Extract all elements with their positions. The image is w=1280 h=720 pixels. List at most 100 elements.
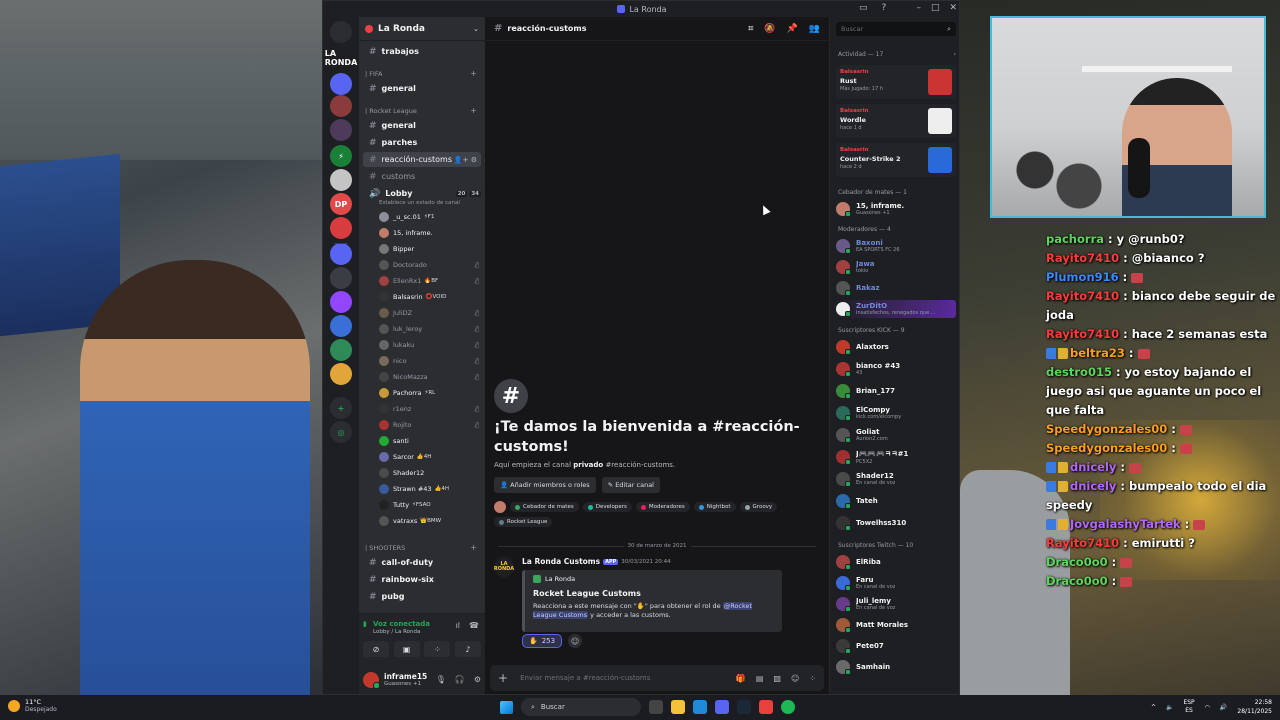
edit-channel-button[interactable]: ✎ Editar canal (601, 477, 660, 493)
channel-settings-icon[interactable]: 👤+ ⚙ (454, 156, 477, 164)
language-indicator[interactable]: ESP ES (1183, 699, 1194, 715)
file-explorer-icon[interactable] (671, 700, 685, 714)
voice-location[interactable]: Lobby / La Ronda (373, 629, 420, 635)
channel-parches[interactable]: # parches (363, 135, 481, 150)
chat-username[interactable]: Draco0o0 (1046, 555, 1108, 569)
chat-username[interactable]: JovgalashyTartek (1070, 517, 1181, 531)
search-input[interactable]: Buscar ⌕ (836, 22, 956, 36)
member-row[interactable]: Samhain (836, 658, 956, 676)
member-row[interactable]: Juli_lemy En canal de voz (836, 595, 956, 613)
member-row[interactable]: Rakaz (836, 279, 956, 297)
voice-user[interactable]: lukaku 🎙̸ (379, 338, 479, 352)
apps-icon[interactable]: ⁘ (809, 674, 816, 683)
voice-user[interactable]: Tutty ⚡FSAO (379, 498, 479, 512)
voice-user[interactable]: santi (379, 434, 479, 448)
role-chip[interactable]: Nightbot (693, 502, 736, 512)
add-channel-icon[interactable]: + (470, 106, 477, 115)
member-row[interactable]: Baxoni EA SPORTS FC 26 (836, 237, 956, 255)
server-icon[interactable] (330, 73, 352, 95)
edge-icon[interactable] (693, 700, 707, 714)
gift-icon[interactable]: 🎁 (736, 674, 746, 683)
channel-pubg[interactable]: # pubg (363, 589, 481, 604)
channel-customs[interactable]: # customs (363, 169, 481, 184)
screen-share-button[interactable]: ▣ (393, 641, 420, 657)
server-icon[interactable] (330, 169, 352, 191)
member-row[interactable]: Shader12 En canal de voz (836, 470, 956, 488)
server-icon[interactable]: LA RONDA (325, 47, 357, 69)
close-icon[interactable]: ✕ (949, 3, 957, 13)
member-row[interactable]: ElRiba (836, 553, 956, 571)
wifi-icon[interactable]: ◠ (1205, 704, 1210, 711)
media-app-icon[interactable] (759, 700, 773, 714)
voice-channel-lobby[interactable]: 🔊 Lobby 20 34 (363, 186, 481, 201)
chat-username[interactable]: beltra23 (1070, 346, 1125, 360)
noise-suppression-icon[interactable]: ıl (456, 621, 460, 630)
voice-user[interactable]: JuliDZ 🎙̸ (379, 306, 479, 320)
category-rocket-league[interactable]: | Rocket League + (365, 106, 477, 115)
voice-user[interactable]: _u_sc.01 ⚡F1 (379, 210, 479, 224)
voice-user[interactable]: EllenRx1 🔥BF 🎙̸ (379, 274, 479, 288)
message-avatar[interactable]: LA RONDA (494, 557, 514, 577)
channel-trabajos[interactable]: # trabajos (363, 44, 481, 59)
voice-user[interactable]: NicoMazza 🎙̸ (379, 370, 479, 384)
chevron-right-icon[interactable]: › (954, 51, 956, 58)
server-icon[interactable] (330, 315, 352, 337)
server-icon[interactable] (330, 243, 352, 265)
task-view-icon[interactable] (649, 700, 663, 714)
chat-username[interactable]: Speedygonzales00 (1046, 422, 1167, 436)
gear-icon[interactable]: ⚙ (474, 675, 481, 684)
member-row[interactable]: Brian_177 (836, 382, 956, 400)
voice-user[interactable]: nico 🎙̸ (379, 354, 479, 368)
message-input[interactable] (520, 674, 736, 682)
member-row[interactable]: Faru En canal de voz (836, 574, 956, 592)
server-icon[interactable] (330, 21, 352, 43)
sticker-icon[interactable]: ▧ (773, 674, 781, 683)
avatar[interactable] (363, 671, 380, 689)
gif-icon[interactable]: ▤ (756, 674, 764, 683)
member-row[interactable]: Goliat Aurion2.com (836, 426, 956, 444)
chat-username[interactable]: Draco0o0 (1046, 574, 1108, 588)
server-icon[interactable] (330, 217, 352, 239)
lobby-status[interactable]: Establece un estado de canal (379, 200, 460, 206)
voice-user[interactable]: r1enz 🎙̸ (379, 402, 479, 416)
channel-call-of-duty[interactable]: # call-of-duty (363, 555, 481, 570)
voice-user[interactable]: Shader12 (379, 466, 479, 480)
server-icon[interactable]: DP (330, 193, 352, 215)
soundboard-button[interactable]: ♪ (454, 641, 481, 657)
member-row[interactable]: ZurDitO Insatisfechos, renegados que ... (836, 300, 956, 318)
voice-user[interactable]: Rojito 🎙̸ (379, 418, 479, 432)
voice-user[interactable]: Sarcor 👍4H (379, 450, 479, 464)
voice-user[interactable]: Strawn #43 👍4H (379, 482, 479, 496)
reaction-hand[interactable]: ✋ 253 (522, 634, 563, 648)
discord-icon[interactable] (715, 700, 729, 714)
notification-icon[interactable]: 🔕 (764, 24, 775, 34)
user-info[interactable]: inframe15 Guasones +1 (384, 672, 427, 687)
category-shooters[interactable]: | SHOOTERS + (365, 543, 477, 552)
voice-status[interactable]: Voz conectada (373, 620, 430, 628)
chat-username[interactable]: Rayito7410 (1046, 536, 1119, 550)
members-icon[interactable]: 👥 (809, 24, 820, 34)
role-chip[interactable]: Groovy (739, 502, 778, 512)
server-icon[interactable] (330, 95, 352, 117)
avatar[interactable] (494, 501, 506, 513)
member-row[interactable]: 15, inframe. Guasones +1 (836, 200, 956, 218)
chat-username[interactable]: destro015 (1046, 365, 1112, 379)
voice-user[interactable]: Balsasrin ⭕VOID (379, 290, 479, 304)
activity-header[interactable]: Actividad — 17 › (838, 51, 956, 58)
steam-icon[interactable] (737, 700, 751, 714)
chat-username[interactable]: Rayito7410 (1046, 289, 1119, 303)
add-reaction-button[interactable]: ☺ (568, 634, 583, 648)
message-author[interactable]: La Ronda Customs (522, 557, 600, 566)
add-channel-icon[interactable]: + (470, 543, 477, 552)
channel-reaccion-customs[interactable]: # reacción-customs 👤+ ⚙ (363, 152, 481, 167)
activities-button[interactable]: ⁘ (424, 641, 451, 657)
voice-user[interactable]: 15, inframe. (379, 226, 479, 240)
microphone-icon[interactable]: 🎙 (436, 675, 446, 684)
chat-username[interactable]: Speedygonzales00 (1046, 441, 1167, 455)
member-row[interactable]: Jawa tokio (836, 258, 956, 276)
category-fifa[interactable]: | FIFA + (365, 69, 477, 78)
chat-username[interactable]: Rayito7410 (1046, 327, 1119, 341)
server-icon[interactable]: ⚡ (330, 145, 352, 167)
emoji-icon[interactable]: ☺ (791, 674, 799, 683)
attach-icon[interactable]: + (498, 671, 508, 685)
